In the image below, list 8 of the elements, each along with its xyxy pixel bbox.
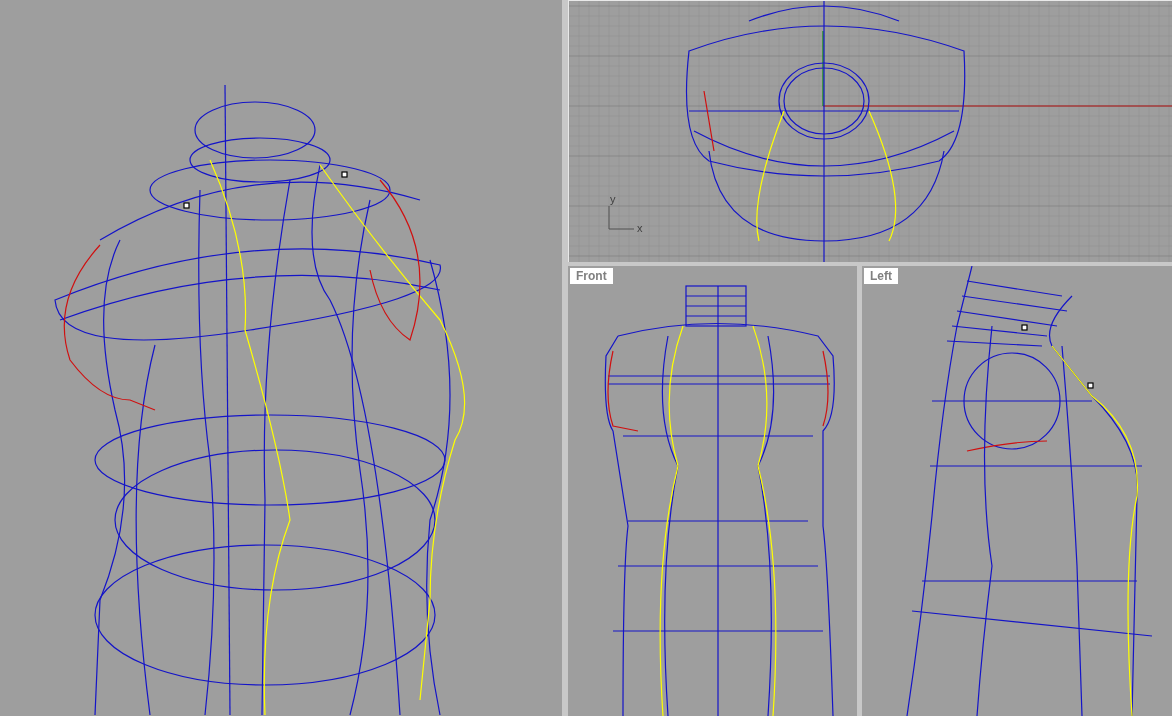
axis-label: x: [637, 221, 643, 236]
viewport[interactable]: Front: [568, 266, 857, 716]
viewport[interactable]: Left: [862, 266, 1172, 716]
axis-label: y: [610, 192, 616, 207]
axis-icon: [608, 205, 635, 230]
viewport[interactable]: y x: [569, 1, 1172, 262]
viewport-label[interactable]: Front: [570, 268, 613, 284]
viewport-label[interactable]: Left: [864, 268, 898, 284]
